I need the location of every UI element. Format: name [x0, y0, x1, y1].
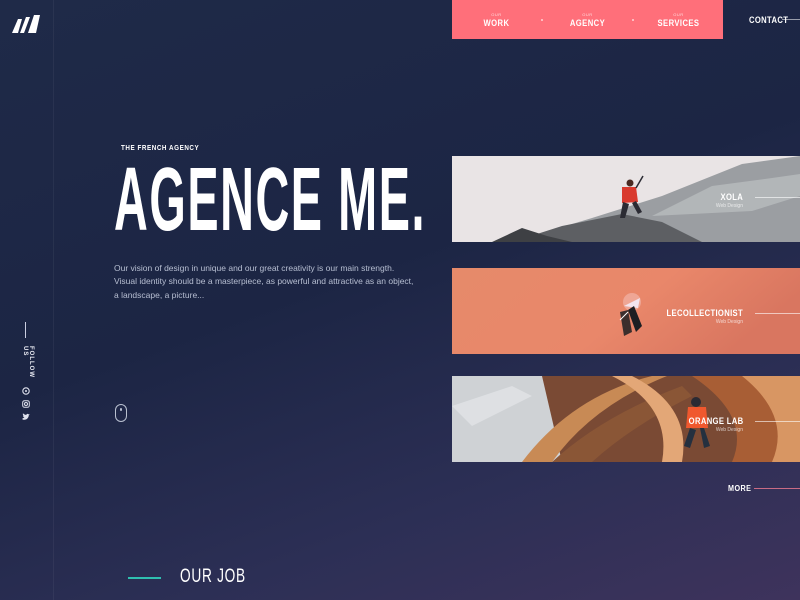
section-title: OUR JOB	[180, 566, 246, 587]
hero-description: Our vision of design in unique and our g…	[114, 263, 414, 300]
project-line	[755, 313, 800, 314]
more-line	[754, 488, 800, 489]
twitter-icon[interactable]	[21, 412, 30, 421]
follow-us-label: FOLLOW US	[22, 346, 34, 378]
section-accent-line	[128, 577, 161, 579]
project-line	[755, 421, 800, 422]
project-line	[755, 197, 800, 198]
hero-title: AGENCE ME.	[114, 150, 427, 250]
project-subtitle: Web Design	[715, 319, 743, 325]
pinterest-icon[interactable]	[21, 386, 30, 395]
nav-item-services[interactable]: OUR SERVICES	[634, 12, 723, 28]
scroll-mouse-icon[interactable]	[115, 404, 127, 422]
main-nav: OUR WORK OUR AGENCY OUR SERVICES	[452, 0, 723, 39]
project-card-xola[interactable]: XOLA Web Design	[452, 156, 800, 242]
nav-item-label: SERVICES	[657, 17, 700, 28]
more-link[interactable]: MORE	[728, 484, 751, 493]
project-card-orange-lab[interactable]: ORANGE LAB Web Design	[452, 376, 800, 462]
project-image-orange-lab	[452, 376, 800, 462]
nav-item-kicker: OUR	[491, 11, 502, 17]
nav-item-label: AGENCY	[569, 17, 606, 28]
nav-item-agency[interactable]: OUR AGENCY	[543, 12, 632, 28]
nav-item-kicker: OUR	[673, 11, 684, 17]
project-image-lecollectionist	[452, 268, 800, 354]
project-title: XOLA	[720, 192, 743, 202]
project-subtitle: Web Design	[715, 203, 743, 209]
follow-divider	[25, 322, 26, 338]
nav-item-kicker: OUR	[582, 11, 593, 17]
contact-link[interactable]: CONTACT	[749, 15, 788, 25]
left-rail: FOLLOW US	[0, 0, 54, 600]
project-subtitle: Web Design	[715, 427, 743, 433]
instagram-icon[interactable]	[21, 399, 30, 408]
project-title: LECOLLECTIONIST	[666, 308, 743, 318]
project-card-lecollectionist[interactable]: LECOLLECTIONIST Web Design	[452, 268, 800, 354]
project-image-xola	[452, 156, 800, 242]
logo-icon[interactable]	[12, 15, 40, 33]
nav-item-label: WORK	[483, 17, 510, 28]
nav-item-work[interactable]: OUR WORK	[452, 12, 541, 28]
contact-line	[782, 19, 800, 20]
project-title: ORANGE LAB	[688, 416, 743, 426]
